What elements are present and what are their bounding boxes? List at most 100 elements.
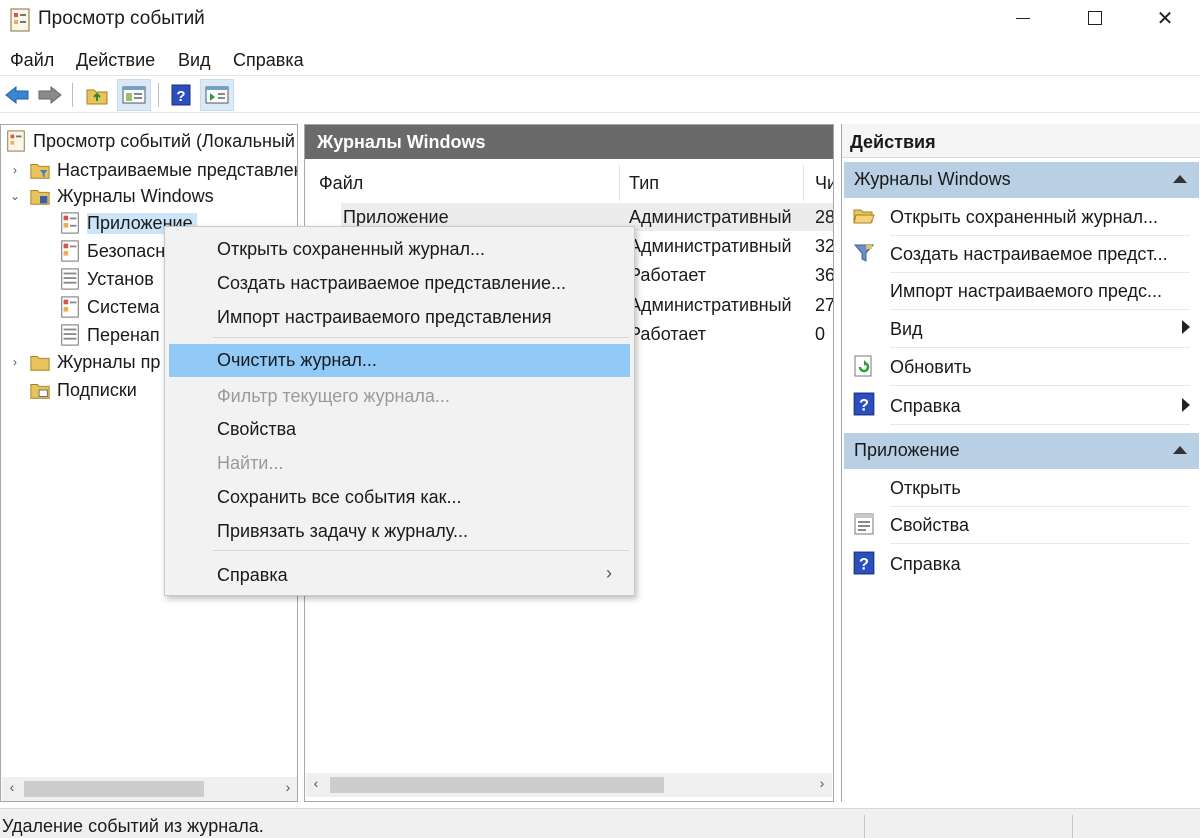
log-icon [61,324,79,346]
menu-help[interactable]: Справка [233,50,304,71]
close-button[interactable]: ✕ [1130,0,1200,36]
tree-item-custom-views[interactable]: › Настраиваемые представлен [7,156,297,184]
tree-item-subscriptions[interactable]: Подписки [29,376,137,404]
center-pane-header: Журналы Windows [305,125,833,159]
toolbar: ? [0,77,1200,113]
tree-item-security[interactable]: Безопасн [59,237,165,265]
menu-separator [213,337,629,338]
folder-up-icon [86,89,108,105]
column-divider[interactable] [803,165,804,201]
table-cell: 28 [815,207,834,227]
scroll-thumb[interactable] [330,777,664,793]
scroll-right-icon[interactable]: › [812,775,832,791]
table-cell: Административный [629,207,792,227]
table-cell: Административный [629,236,792,256]
expand-arrow-icon[interactable]: › [7,163,23,177]
collapse-arrow-icon[interactable]: ⌄ [7,189,23,203]
tree-item-forwarded[interactable]: Перенап [59,321,160,349]
tree-horizontal-scrollbar[interactable]: ‹ › [2,777,297,801]
list-horizontal-scrollbar[interactable]: ‹ › [306,773,832,797]
action-help[interactable]: Справка [890,389,1190,425]
svg-text:?: ? [176,88,185,105]
title-bar: Просмотр событий ✕ [0,0,1200,40]
event-viewer-app-icon [10,8,30,32]
forward-button[interactable] [33,79,67,111]
action-help-application[interactable]: Справка [890,547,1190,583]
action-open[interactable]: Открыть [890,471,1190,507]
action-view[interactable]: Вид [890,312,1190,348]
ctx-import-custom-view[interactable]: Импорт настраиваемого представления [169,301,630,334]
menu-file[interactable]: Файл [10,50,54,71]
actions-pane-title: Действия [842,124,1200,158]
back-arrow-icon [5,85,29,105]
tree-item-label: Перенап [87,324,160,345]
properties-icon [854,513,874,535]
log-icon [61,296,79,318]
column-header-type[interactable]: Тип [629,173,659,194]
column-header-file[interactable]: Файл [319,173,363,194]
folder-filter-icon [30,164,50,179]
maximize-button[interactable] [1060,0,1130,36]
action-properties[interactable]: Свойства [890,508,1190,544]
actions-group-windows-logs[interactable]: Журналы Windows [844,162,1199,198]
scroll-right-icon[interactable]: › [278,779,297,795]
submenu-arrow-icon [1182,398,1190,412]
show-hide-action-pane-button[interactable] [200,79,234,111]
menu-separator [213,550,629,551]
status-divider [1072,815,1073,838]
svg-text:?: ? [859,397,869,415]
context-menu: Открыть сохраненный журнал... Создать на… [164,226,635,596]
ctx-properties[interactable]: Свойства [169,413,630,446]
ctx-filter-current-log[interactable]: Фильтр текущего журнала... [169,380,630,413]
scroll-left-icon[interactable]: ‹ [306,775,326,791]
ctx-open-saved-log[interactable]: Открыть сохраненный журнал... [169,233,630,266]
action-label: Справка [890,396,961,416]
help-icon: ? [171,84,191,106]
scroll-thumb[interactable] [24,781,204,797]
collapse-caret-icon[interactable] [1173,175,1187,183]
back-button[interactable] [0,79,34,111]
action-open-saved-log[interactable]: Открыть сохраненный журнал... [890,200,1190,236]
ctx-help[interactable]: Справка › [169,559,630,592]
ctx-create-custom-view[interactable]: Создать настраиваемое представление... [169,267,630,300]
tree-root-label: Просмотр событий (Локальный [33,130,295,151]
actions-group-application[interactable]: Приложение [844,433,1199,469]
tree-item-system[interactable]: Система [59,293,160,321]
menu-view[interactable]: Вид [178,50,211,71]
table-cell: 0 [815,324,826,344]
ctx-save-all-events-as[interactable]: Сохранить все события как... [169,481,630,514]
collapse-caret-icon[interactable] [1173,446,1187,454]
ctx-attach-task[interactable]: Привязать задачу к журналу... [169,515,630,548]
column-header-count[interactable]: Чи [815,173,833,194]
log-icon [61,212,79,234]
menu-action[interactable]: Действие [76,50,155,71]
scroll-left-icon[interactable]: ‹ [2,779,22,795]
action-refresh[interactable]: Обновить [890,350,1190,386]
close-icon: ✕ [1156,7,1174,30]
toolbar-separator [72,83,73,107]
actions-group-label: Журналы Windows [854,169,1011,189]
menu-bar: Файл Действие Вид Справка [0,44,1200,76]
submenu-chevron-icon: › [606,563,612,583]
tree-item-setup[interactable]: Установ [59,265,154,293]
show-hide-tree-button[interactable] [117,79,151,111]
status-text: Удаление событий из журнала. [2,816,264,836]
expand-arrow-icon[interactable]: › [7,355,23,369]
ctx-clear-log[interactable]: Очистить журнал... [169,344,630,377]
event-viewer-icon [7,130,25,152]
up-folder-button[interactable] [80,79,114,111]
ctx-find[interactable]: Найти... [169,447,630,480]
tree-item-app-service-logs[interactable]: › Журналы пр [7,348,160,376]
minimize-button[interactable] [988,0,1058,36]
action-import-custom-view[interactable]: Импорт настраиваемого предс... [890,274,1190,310]
toolbar-separator [158,83,159,107]
table-cell: 27 [815,295,834,315]
submenu-arrow-icon [1182,320,1190,334]
column-divider[interactable] [619,165,620,201]
tree-item-windows-logs[interactable]: ⌄ Журналы Windows [7,182,214,210]
tree-root[interactable]: Просмотр событий (Локальный [5,127,295,155]
help-icon: ? [853,551,875,575]
help-toolbar-button[interactable]: ? [164,79,198,111]
action-label: Вид [890,319,923,339]
action-create-custom-view[interactable]: Создать настраиваемое предст... [890,237,1190,273]
